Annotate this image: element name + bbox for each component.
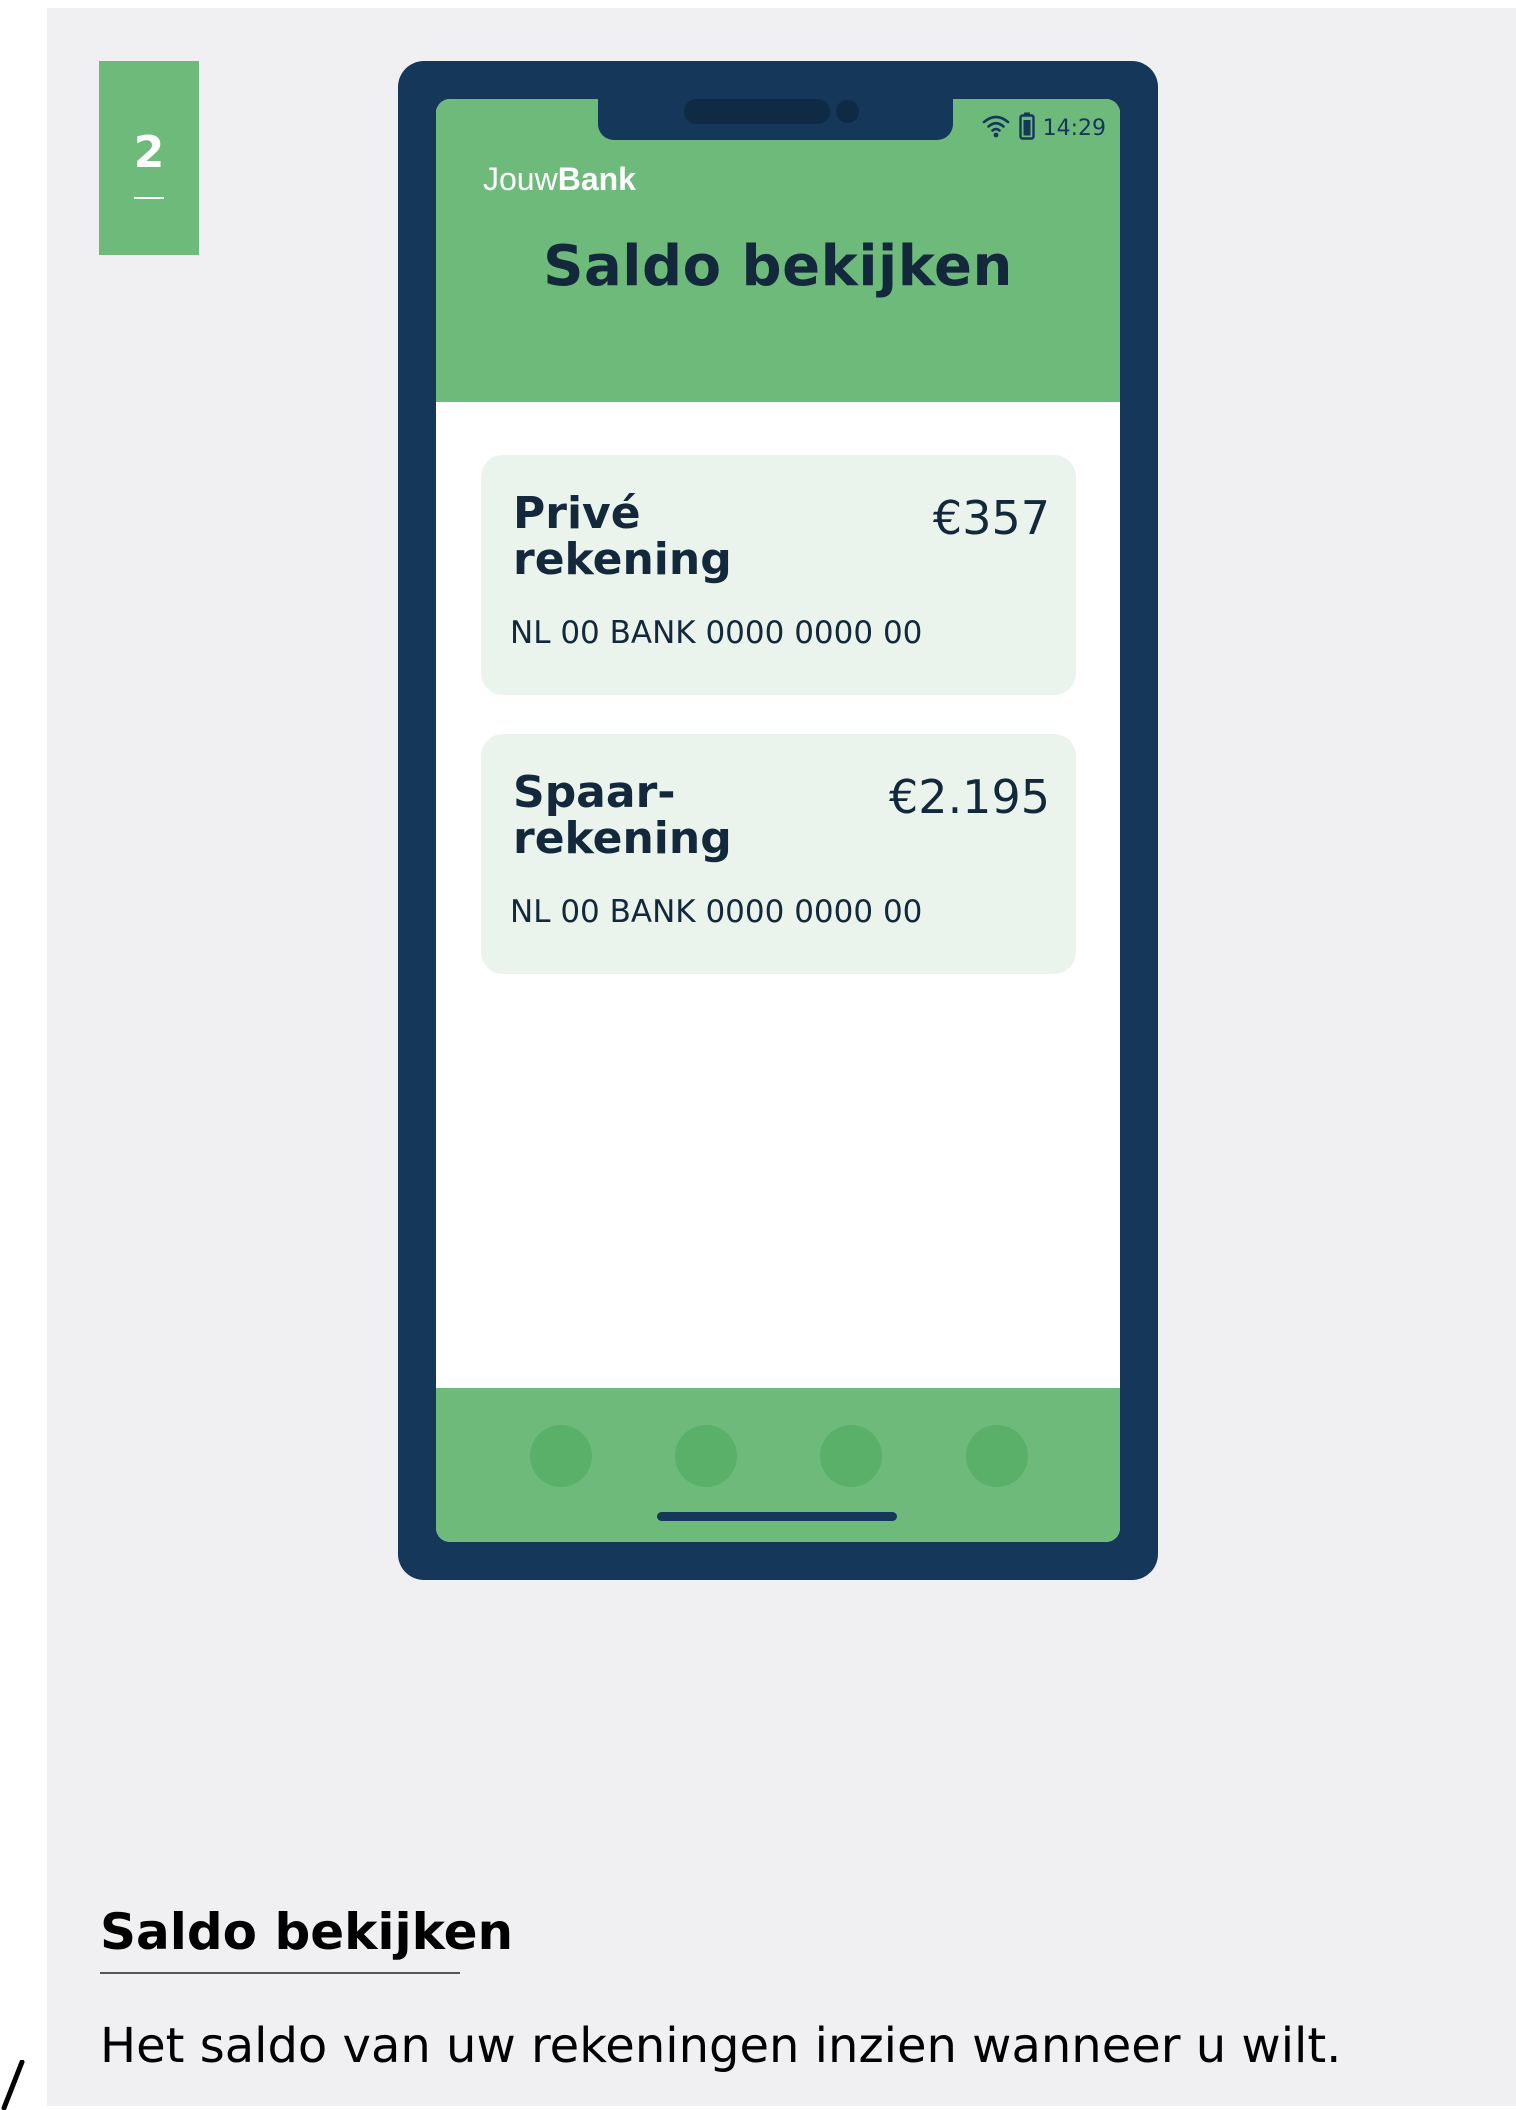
bottom-navigation xyxy=(436,1388,1120,1542)
app-header: 14:29 JouwBank Saldo bekijken xyxy=(436,99,1120,402)
brand-prefix: Jouw xyxy=(483,161,558,197)
nav-button-4[interactable] xyxy=(966,1425,1028,1487)
caption-text: Het saldo van uw rekeningen inzien wanne… xyxy=(100,2018,1342,2074)
status-bar: 14:29 xyxy=(981,111,1106,145)
caption-title: Saldo bekijken xyxy=(100,1903,514,1961)
account-name-line2: rekening xyxy=(513,534,732,585)
screen-title: Saldo bekijken xyxy=(543,234,1013,299)
account-name-line2: rekening xyxy=(513,813,732,864)
speaker-grille xyxy=(684,99,830,124)
account-iban: NL 00 BANK 0000 0000 00 xyxy=(510,615,923,651)
status-time: 14:29 xyxy=(1042,115,1106,141)
home-indicator[interactable] xyxy=(657,1512,897,1521)
account-balance: €357 xyxy=(932,491,1050,545)
step-badge: 2 xyxy=(99,61,199,255)
brand-bold: Bank xyxy=(557,161,636,197)
account-iban: NL 00 BANK 0000 0000 00 xyxy=(510,894,923,930)
edge-stroke xyxy=(1,2060,25,2110)
wifi-icon xyxy=(981,113,1011,143)
account-card-prive[interactable]: Privé rekening €357 NL 00 BANK 0000 0000… xyxy=(481,455,1076,695)
app-logo: JouwBank xyxy=(483,161,636,198)
account-name: Privé rekening xyxy=(513,491,843,583)
phone-notch xyxy=(598,99,953,140)
phone-mockup: 14:29 JouwBank Saldo bekijken Privé reke… xyxy=(398,61,1158,1580)
nav-button-2[interactable] xyxy=(675,1425,737,1487)
step-divider xyxy=(134,197,164,199)
account-name-line1: Spaar- xyxy=(513,767,676,818)
account-name-line1: Privé xyxy=(513,488,641,539)
nav-button-3[interactable] xyxy=(820,1425,882,1487)
front-camera xyxy=(836,100,859,123)
account-card-spaar[interactable]: Spaar- rekening €2.195 NL 00 BANK 0000 0… xyxy=(481,734,1076,974)
step-number: 2 xyxy=(133,127,165,178)
account-name: Spaar- rekening xyxy=(513,770,843,862)
account-balance: €2.195 xyxy=(889,770,1050,824)
caption-underline xyxy=(100,1972,460,1974)
battery-icon xyxy=(1018,112,1035,144)
nav-button-1[interactable] xyxy=(530,1425,592,1487)
phone-screen: 14:29 JouwBank Saldo bekijken Privé reke… xyxy=(436,99,1120,1542)
